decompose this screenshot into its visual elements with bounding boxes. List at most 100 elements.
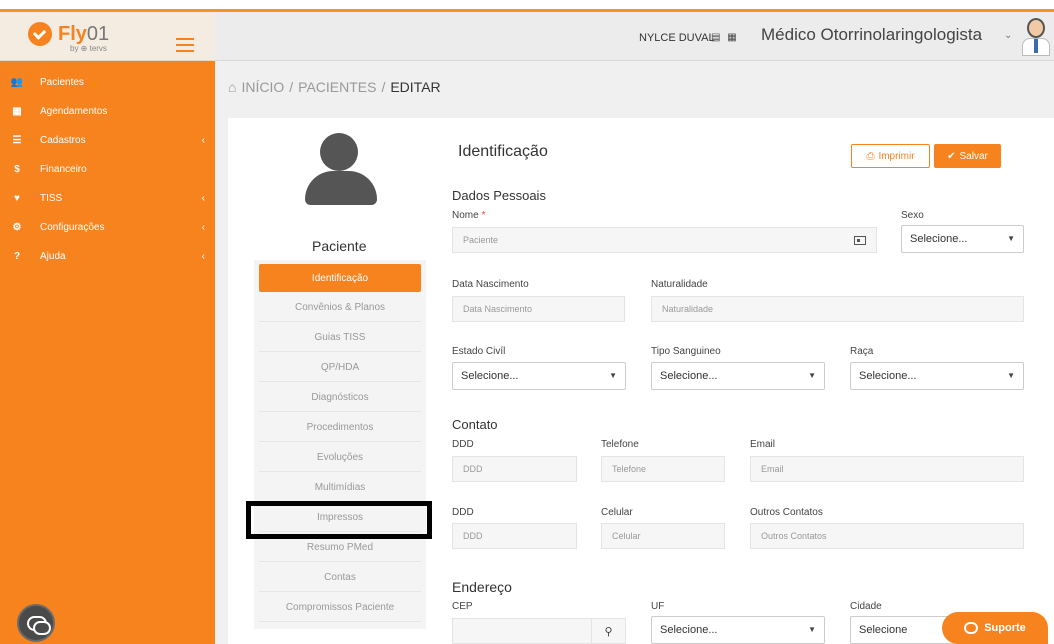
chat-icon[interactable] xyxy=(17,604,55,642)
tab-evolucoes[interactable]: Evoluções xyxy=(259,444,421,472)
tipo-sanguineo-label: Tipo Sanguineo xyxy=(651,346,721,357)
menu-toggle-icon[interactable] xyxy=(176,38,194,52)
tab-guias-tiss[interactable]: Guias TISS xyxy=(259,324,421,352)
calendar-icon: ▦ xyxy=(12,106,22,117)
top-strip xyxy=(0,0,1054,12)
cidade-label: Cidade xyxy=(850,601,882,612)
uf-select[interactable]: Selecione... ▼ xyxy=(651,616,825,644)
uf-label: UF xyxy=(651,601,665,612)
list-icon: ☰ xyxy=(12,135,22,146)
tab-qp-hda[interactable]: QP/HDA xyxy=(259,354,421,382)
tab-diagnosticos[interactable]: Diagnósticos xyxy=(259,384,421,412)
tab-convenios-planos[interactable]: Convênios & Planos xyxy=(259,294,421,322)
estado-civil-select[interactable]: Selecione... ▼ xyxy=(452,362,626,390)
tab-multimidias[interactable]: Multimídias xyxy=(259,474,421,502)
naturalidade-input[interactable]: Naturalidade xyxy=(651,296,1024,322)
outros-contatos-input[interactable]: Outros Contatos xyxy=(750,523,1024,549)
outros-contatos-label: Outros Contatos xyxy=(750,507,823,518)
nascimento-input[interactable]: Data Nascimento xyxy=(452,296,625,322)
ddd-input[interactable]: DDD xyxy=(452,456,577,482)
save-button[interactable]: ✔ Salvar xyxy=(934,144,1001,168)
role-selector[interactable]: Médico Otorrinolaringologista xyxy=(761,25,982,45)
breadcrumb-current: EDITAR xyxy=(390,79,441,95)
chat-bubble-icon xyxy=(964,622,979,634)
cep-label: CEP xyxy=(452,601,473,612)
nome-label: Nome * xyxy=(452,210,486,221)
section-dados-pessoais: Dados Pessoais xyxy=(452,188,546,203)
users-icon: 👥 xyxy=(10,77,24,88)
id-card-icon[interactable] xyxy=(854,236,866,245)
tab-identificacao[interactable]: Identificação xyxy=(259,264,421,292)
estado-civil-label: Estado Civíl xyxy=(452,346,506,357)
sidebar-item-label: TISS xyxy=(40,193,63,204)
sidebar-item-label: Agendamentos xyxy=(40,106,108,117)
tipo-sanguineo-select[interactable]: Selecione... ▼ xyxy=(651,362,825,390)
ddd-label: DDD xyxy=(452,439,474,450)
breadcrumb-section[interactable]: PACIENTES xyxy=(298,79,376,95)
telefone-input[interactable]: Telefone xyxy=(601,456,725,482)
breadcrumb: ⌂ INÍCIO / PACIENTES / EDITAR xyxy=(228,79,441,95)
highlight-box xyxy=(246,501,432,539)
raca-select[interactable]: Selecione... ▼ xyxy=(850,362,1024,390)
sidebar-item-cadastros[interactable]: ☰ Cadastros ‹ xyxy=(0,126,215,155)
celular-input[interactable]: Celular xyxy=(601,523,725,549)
chevron-left-icon: ‹ xyxy=(201,135,205,146)
sidebar-item-label: Financeiro xyxy=(40,164,87,175)
chevron-down-icon[interactable]: ⌄ xyxy=(1004,30,1012,41)
sidebar-item-agendamentos[interactable]: ▦ Agendamentos xyxy=(0,97,215,126)
sidebar-item-tiss[interactable]: ♥ TISS ‹ xyxy=(0,184,215,213)
id-card-icon[interactable]: ▤ xyxy=(711,32,722,43)
form-title: Identificação xyxy=(458,143,548,160)
sidebar-item-label: Ajuda xyxy=(40,251,66,262)
home-icon[interactable]: ⌂ xyxy=(228,79,236,95)
sidebar-item-financeiro[interactable]: $ Financeiro xyxy=(0,155,215,184)
ddd2-input[interactable]: DDD xyxy=(452,523,577,549)
nome-input[interactable]: Paciente xyxy=(452,227,877,253)
celular-label: Celular xyxy=(601,507,633,518)
sexo-select[interactable]: Selecione... ▼ xyxy=(901,225,1024,253)
top-header: NYLCE DUVAL ▤ ▦ Médico Otorrinolaringolo… xyxy=(215,12,1054,61)
search-icon[interactable]: ⚲ xyxy=(592,618,626,644)
tab-contas[interactable]: Contas xyxy=(259,564,421,592)
sidebar-item-configuracoes[interactable]: ⚙ Configurações ‹ xyxy=(0,213,215,242)
tab-procedimentos[interactable]: Procedimentos xyxy=(259,414,421,442)
sexo-label: Sexo xyxy=(901,210,924,221)
chevron-left-icon: ‹ xyxy=(201,193,205,204)
tab-compromissos-paciente[interactable]: Compromissos Paciente xyxy=(259,594,421,622)
patient-tabs: Identificação Convênios & Planos Guias TIS… xyxy=(254,260,426,629)
email-input[interactable]: Email xyxy=(750,456,1024,482)
sidebar-item-pacientes[interactable]: 👥 Pacientes xyxy=(0,68,215,97)
grid-icon[interactable]: ▦ xyxy=(727,32,738,43)
header-icons[interactable]: ▤ ▦ xyxy=(711,32,739,43)
breadcrumb-home[interactable]: INÍCIO xyxy=(241,79,284,95)
print-button[interactable]: ⎙ Imprimir xyxy=(851,144,930,168)
heart-icon: ♥ xyxy=(14,193,20,204)
naturalidade-label: Naturalidade xyxy=(651,279,708,290)
telefone-label: Telefone xyxy=(601,439,639,450)
cep-input[interactable] xyxy=(452,618,592,644)
printer-icon: ⎙ xyxy=(866,150,875,162)
sidebar-nav: 👥 Pacientes ▦ Agendamentos ☰ Cadastros ‹ $ Finan… xyxy=(0,68,215,271)
raca-label: Raça xyxy=(850,346,874,357)
chevron-left-icon: ‹ xyxy=(201,222,205,233)
breadcrumb-separator: / xyxy=(381,79,386,95)
logo-area: Fly01 by ⊕ tervs xyxy=(0,12,215,61)
patient-avatar-icon xyxy=(303,133,379,205)
doctor-avatar[interactable] xyxy=(1021,18,1051,56)
breadcrumb-separator: / xyxy=(289,79,294,95)
sidebar-item-ajuda[interactable]: ? Ajuda ‹ xyxy=(0,242,215,271)
section-endereco: Endereço xyxy=(452,579,512,595)
dollar-icon: $ xyxy=(14,164,20,175)
section-contato: Contato xyxy=(452,417,498,432)
sidebar-item-label: Configurações xyxy=(40,222,105,233)
support-button[interactable]: Suporte xyxy=(942,612,1048,644)
nascimento-label: Data Nascimento xyxy=(452,279,529,290)
question-icon: ? xyxy=(13,251,21,262)
check-icon: ✔ xyxy=(947,150,956,162)
email-label: Email xyxy=(750,439,776,450)
patient-label: Paciente xyxy=(312,238,367,254)
sidebar-item-label: Cadastros xyxy=(40,135,86,146)
ddd2-label: DDD xyxy=(452,507,474,518)
logo-text: Fly01 xyxy=(58,23,110,45)
logo-mark-icon xyxy=(28,22,52,46)
